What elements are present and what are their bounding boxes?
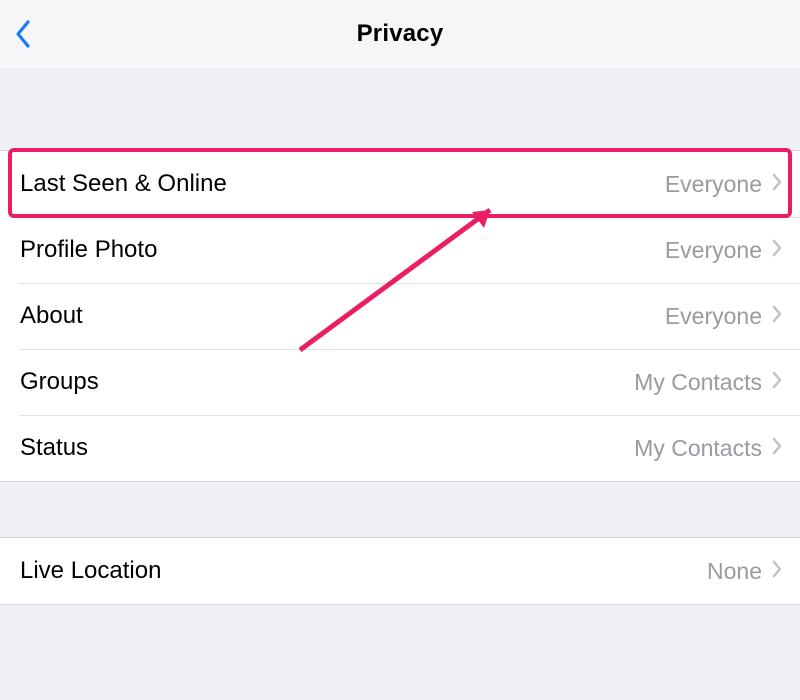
row-value: My Contacts [634,435,762,462]
row-label: Last Seen & Online [20,170,665,198]
row-last-seen-online[interactable]: Last Seen & Online Everyone [0,151,800,217]
row-status[interactable]: Status My Contacts [0,415,800,481]
row-live-location[interactable]: Live Location None [0,538,800,604]
row-value: Everyone [665,303,762,330]
nav-bar: Privacy [0,0,800,68]
row-label: Groups [20,368,634,396]
chevron-right-icon [772,305,782,328]
chevron-right-icon [772,437,782,460]
chevron-right-icon [772,371,782,394]
row-value: None [707,558,762,585]
row-about[interactable]: About Everyone [0,283,800,349]
section-gap [0,68,800,150]
row-profile-photo[interactable]: Profile Photo Everyone [0,217,800,283]
live-location-section: Live Location None [0,537,800,605]
row-label: Profile Photo [20,236,665,264]
row-value: Everyone [665,237,762,264]
chevron-left-icon [14,19,34,49]
row-value: Everyone [665,171,762,198]
chevron-right-icon [772,173,782,196]
chevron-right-icon [772,560,782,583]
screen-root: Privacy Last Seen & Online Everyone Prof… [0,0,800,700]
back-button[interactable] [8,18,40,50]
chevron-right-icon [772,239,782,262]
row-label: About [20,302,665,330]
row-value: My Contacts [634,369,762,396]
row-label: Status [20,434,634,462]
section-gap [0,482,800,537]
row-groups[interactable]: Groups My Contacts [0,349,800,415]
privacy-section: Last Seen & Online Everyone Profile Phot… [0,150,800,482]
nav-title: Privacy [0,20,800,48]
row-label: Live Location [20,557,707,585]
